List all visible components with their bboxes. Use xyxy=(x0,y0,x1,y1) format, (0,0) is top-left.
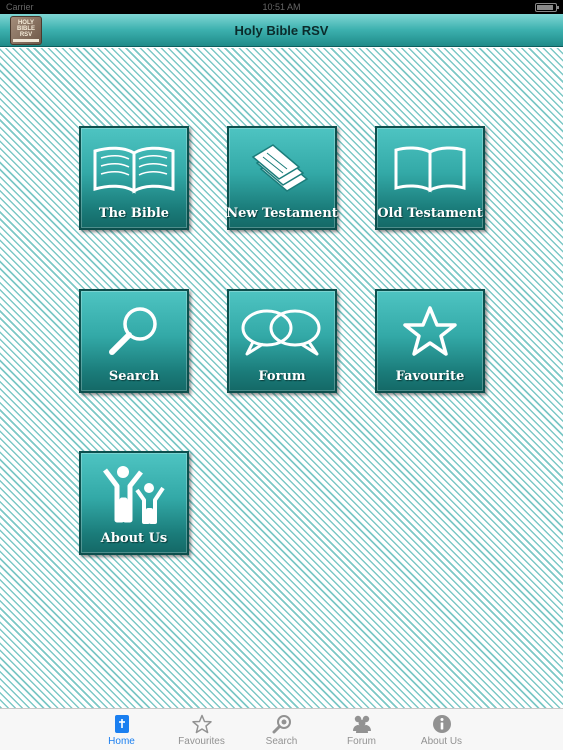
logo-line-3: RSV xyxy=(19,31,33,38)
tile-label: Favourite xyxy=(395,369,465,384)
status-bar: Carrier 10:51 AM xyxy=(0,0,563,14)
tile-label: Old Testament xyxy=(377,206,483,221)
search-icon xyxy=(271,713,293,735)
home-grid: The Bible New Testament Old Testament Se… xyxy=(0,48,563,708)
tile-favourite[interactable]: Favourite xyxy=(375,289,485,393)
people-icon xyxy=(81,463,187,525)
stacked-pages-icon xyxy=(229,138,335,200)
status-time: 10:51 AM xyxy=(262,2,301,12)
users-icon xyxy=(351,713,373,735)
tab-label: Favourites xyxy=(178,736,225,747)
tab-label: Home xyxy=(108,736,135,747)
tab-forum[interactable]: Forum xyxy=(322,709,402,750)
tile-new-testament[interactable]: New Testament xyxy=(226,126,338,230)
tab-bar: Home Favourites Search Forum About Us xyxy=(0,708,563,750)
open-book-icon xyxy=(81,138,187,200)
page-title: Holy Bible RSV xyxy=(234,22,329,38)
carrier-label: Carrier xyxy=(6,2,34,12)
tile-label: New Testament xyxy=(226,206,338,221)
tile-old-testament[interactable]: Old Testament xyxy=(375,126,485,230)
tab-label: About Us xyxy=(420,736,463,747)
navigation-bar: HOLY BIBLE RSV Holy Bible RSV xyxy=(0,14,563,47)
magnifier-icon xyxy=(81,301,187,363)
app-logo: HOLY BIBLE RSV xyxy=(10,16,42,45)
battery-icon xyxy=(535,2,559,12)
star-icon xyxy=(191,713,213,735)
tab-label: Forum xyxy=(347,736,376,747)
tile-search[interactable]: Search xyxy=(79,289,189,393)
tab-label: Search xyxy=(265,736,298,747)
speech-bubbles-icon xyxy=(229,301,335,363)
tile-label: Forum xyxy=(258,369,306,384)
tab-favourites[interactable]: Favourites xyxy=(162,709,242,750)
tile-label: The Bible xyxy=(98,206,170,221)
tile-the-bible[interactable]: The Bible xyxy=(79,126,189,230)
bible-icon xyxy=(111,713,133,735)
tile-label: Search xyxy=(108,369,160,384)
star-icon xyxy=(377,301,483,363)
tile-label: About Us xyxy=(100,531,168,546)
tab-home[interactable]: Home xyxy=(82,709,162,750)
tab-about-us[interactable]: About Us xyxy=(402,709,482,750)
tile-about-us[interactable]: About Us xyxy=(79,451,189,555)
tile-forum[interactable]: Forum xyxy=(227,289,337,393)
info-icon xyxy=(431,713,453,735)
book-outline-icon xyxy=(377,138,483,200)
tab-search[interactable]: Search xyxy=(242,709,322,750)
